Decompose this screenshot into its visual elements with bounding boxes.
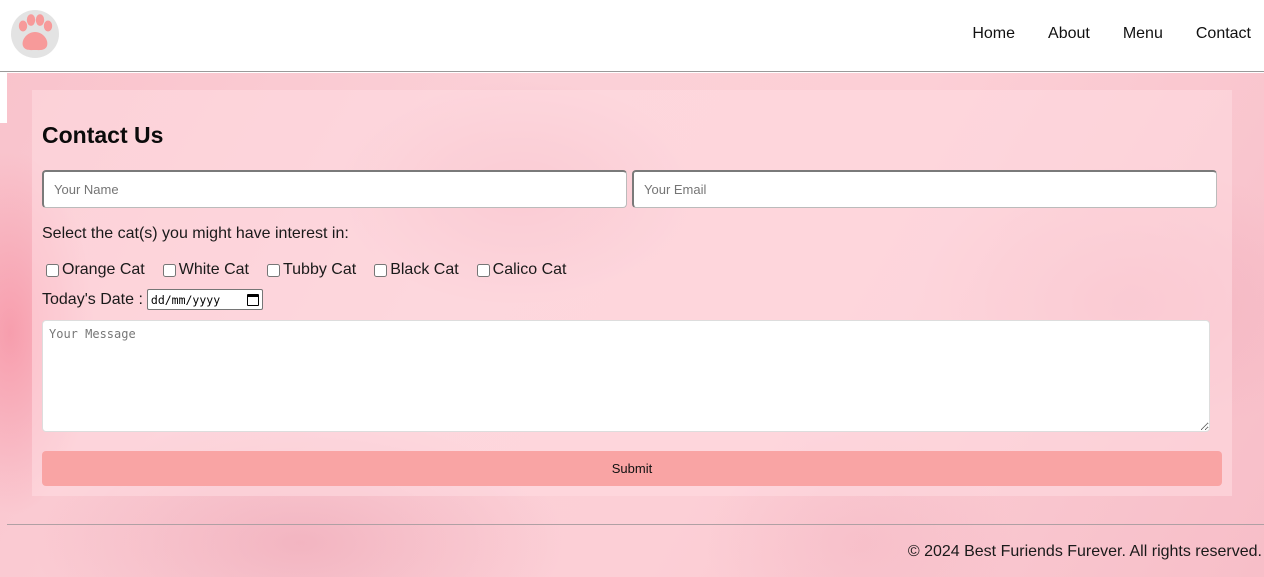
nav-contact-link[interactable]: Contact xyxy=(1196,24,1251,44)
cat-option-label: Orange Cat xyxy=(62,261,145,278)
name-input[interactable] xyxy=(42,170,627,208)
date-label: Today's Date : xyxy=(42,290,143,308)
message-textarea[interactable] xyxy=(42,320,1210,432)
cat-option-orange[interactable]: Orange Cat xyxy=(46,261,145,279)
calendar-icon[interactable] xyxy=(246,293,259,306)
site-header: Home About Menu Contact xyxy=(0,0,1264,72)
main-nav: Home About Menu Contact xyxy=(939,24,1251,44)
cat-option-tubby[interactable]: Tubby Cat xyxy=(266,261,357,279)
nav-home-link[interactable]: Home xyxy=(972,24,1015,44)
cat-option-label: White Cat xyxy=(178,261,249,278)
paw-icon[interactable] xyxy=(9,8,61,58)
tubby-cat-checkbox[interactable] xyxy=(266,263,280,277)
footer-copyright: © 2024 Best Furiends Furever. All rights… xyxy=(907,543,1262,560)
left-strip xyxy=(0,73,7,123)
cat-checkbox-group: Orange Cat White Cat Tubby Cat Black Cat… xyxy=(46,261,584,279)
footer-divider xyxy=(7,524,1264,525)
page-title: Contact Us xyxy=(42,122,164,148)
cat-option-white[interactable]: White Cat xyxy=(162,261,249,279)
date-input[interactable]: dd/mm/yyyy xyxy=(146,289,263,310)
cat-option-label: Black Cat xyxy=(390,261,459,278)
cat-option-black[interactable]: Black Cat xyxy=(374,261,459,279)
orange-cat-checkbox[interactable] xyxy=(46,263,59,277)
date-placeholder: dd/mm/yyyy xyxy=(150,292,221,307)
cat-option-label: Calico Cat xyxy=(492,261,567,278)
nav-about-link[interactable]: About xyxy=(1048,24,1090,44)
white-cat-checkbox[interactable] xyxy=(162,263,176,277)
cat-option-calico[interactable]: Calico Cat xyxy=(476,261,567,279)
date-row: Today's Date : dd/mm/yyyy xyxy=(42,289,263,310)
cat-option-label: Tubby Cat xyxy=(282,261,357,278)
email-input[interactable] xyxy=(632,170,1217,208)
cat-prompt: Select the cat(s) you might have interes… xyxy=(42,225,349,242)
calico-cat-checkbox[interactable] xyxy=(476,263,490,277)
black-cat-checkbox[interactable] xyxy=(374,263,388,277)
nav-menu-link[interactable]: Menu xyxy=(1123,24,1163,44)
submit-button[interactable]: Submit xyxy=(42,451,1222,486)
